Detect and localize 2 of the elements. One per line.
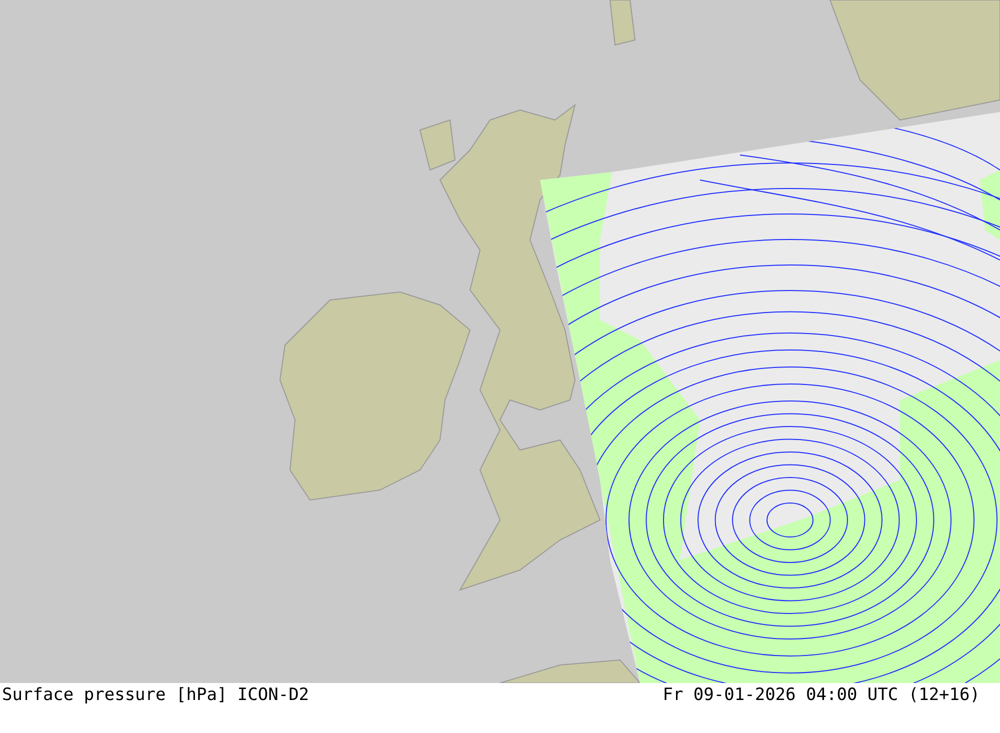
valid-time: Fr 09-01-2026 04:00 UTC (12+16) xyxy=(662,685,980,705)
map-title: Surface pressure [hPa] ICON-D2 xyxy=(2,685,310,705)
